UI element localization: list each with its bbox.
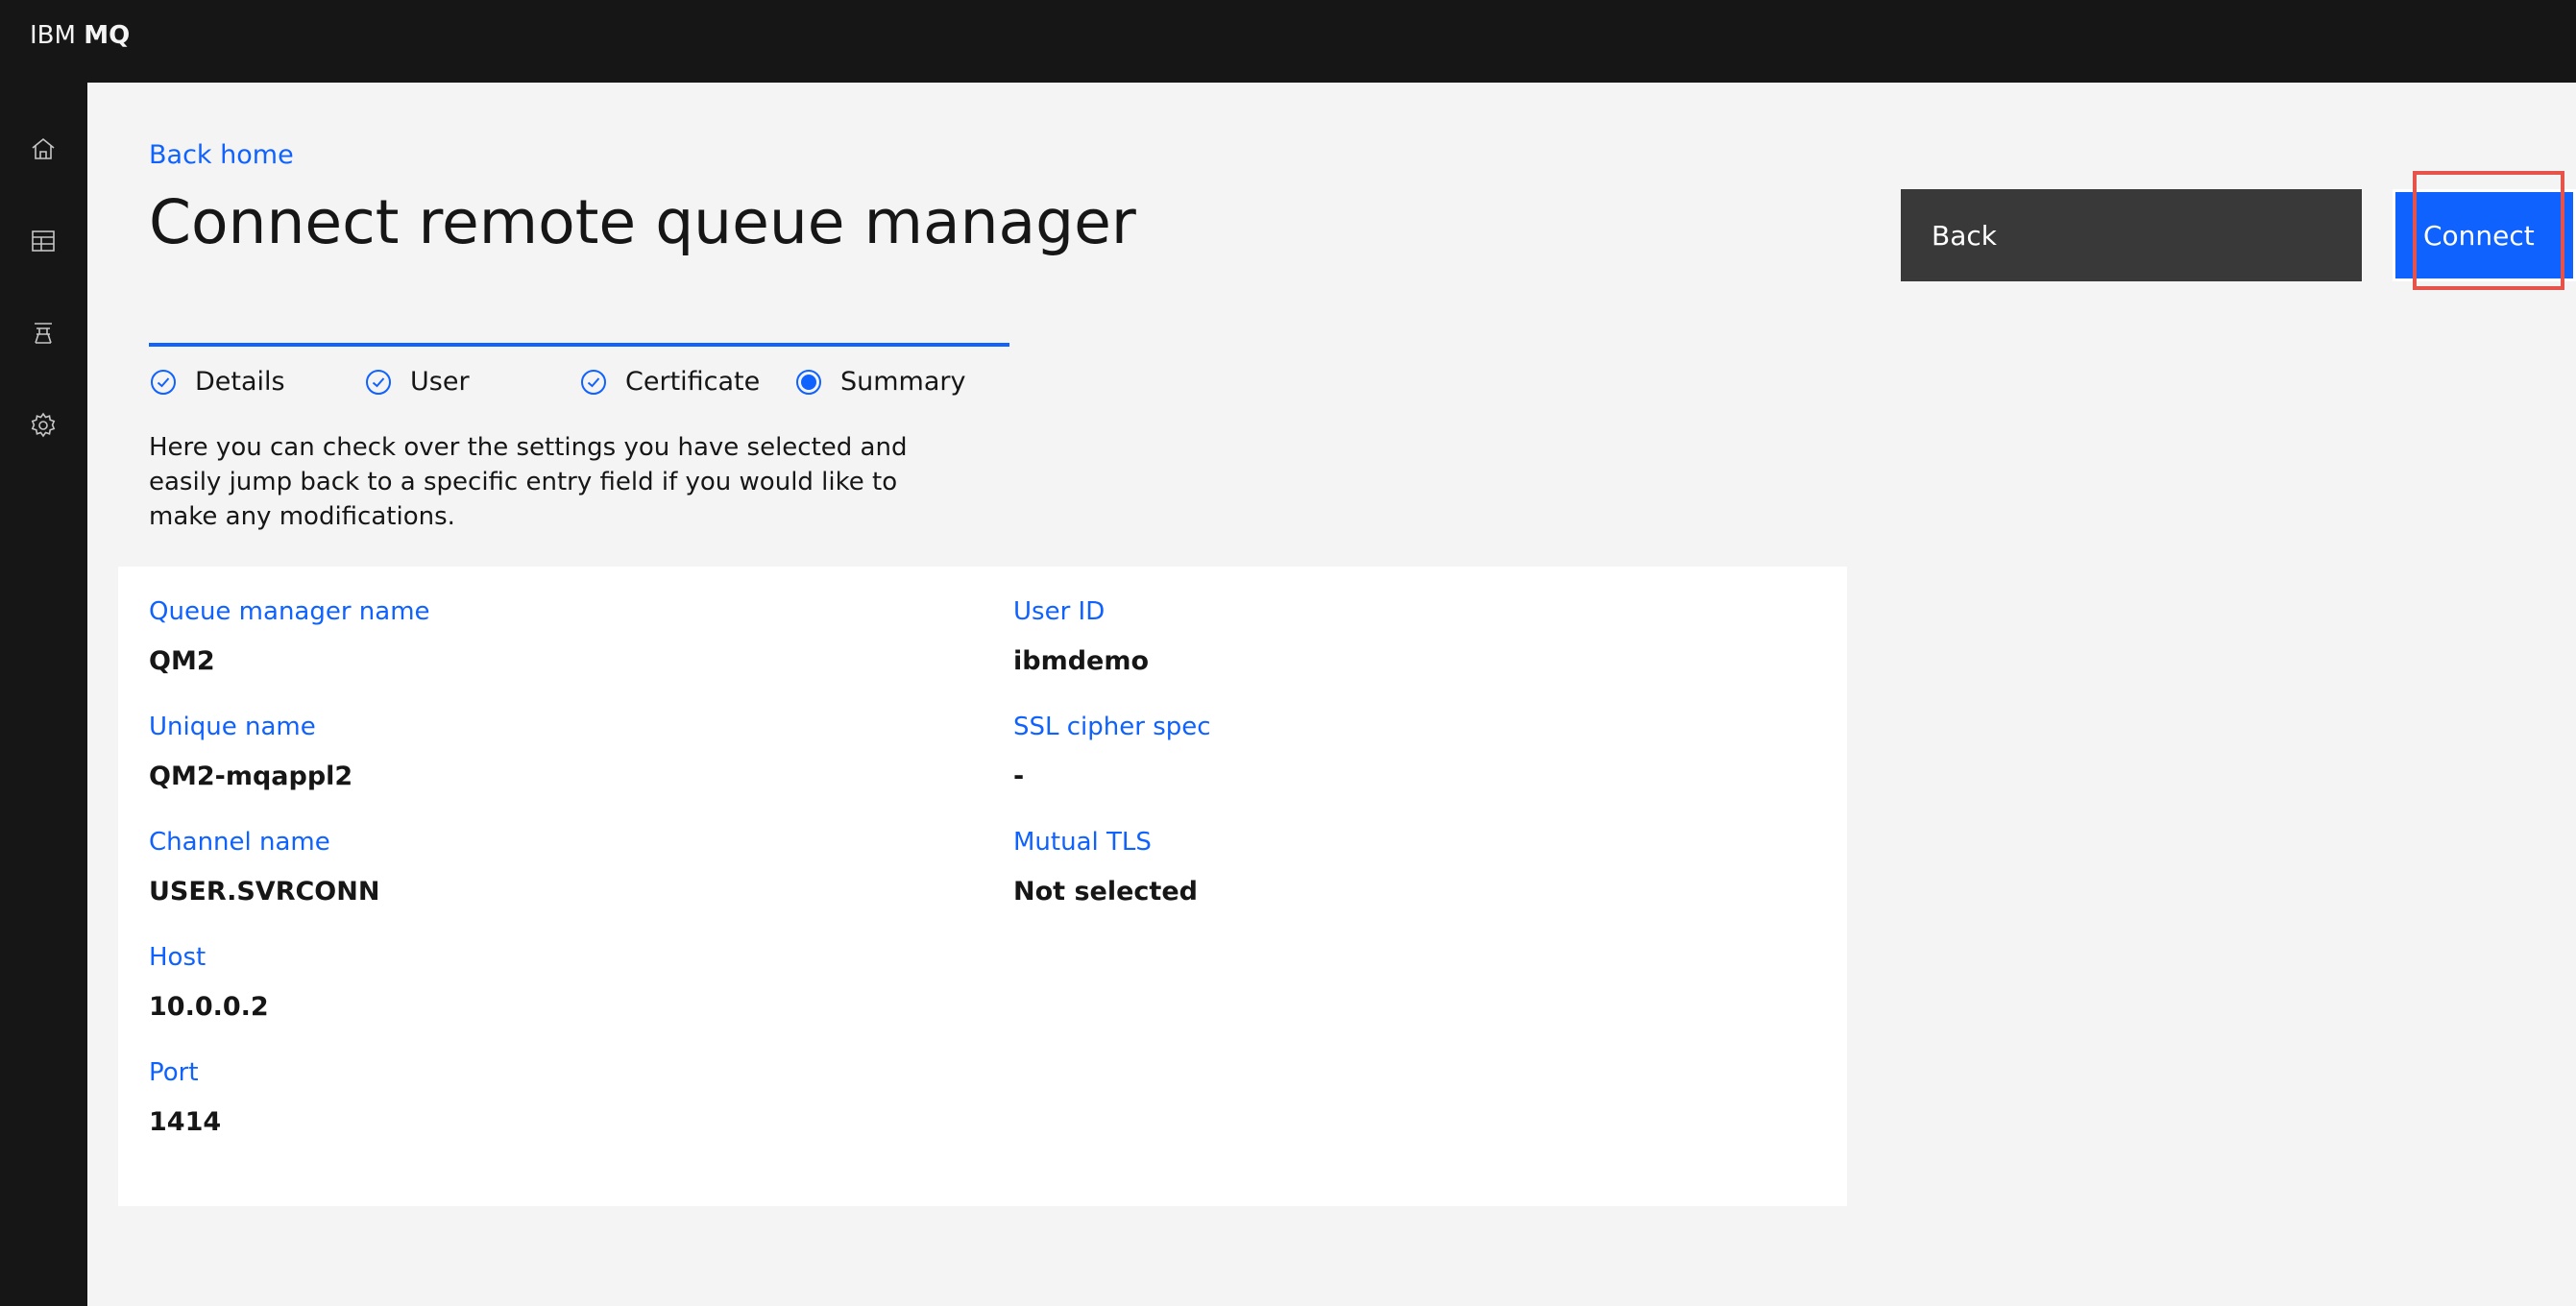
side-nav xyxy=(0,83,87,1306)
progress-bar xyxy=(149,343,1009,347)
port-label[interactable]: Port xyxy=(149,1056,199,1089)
host-value: 10.0.0.2 xyxy=(149,992,269,1022)
top-bar: IBM MQ xyxy=(0,0,2576,83)
summary-panel: Queue manager name QM2 Unique name QM2-m… xyxy=(118,567,1847,1206)
page-title: Connect remote queue manager xyxy=(149,187,1136,257)
step-label: User xyxy=(410,367,470,397)
unique-name-value: QM2-mqappl2 xyxy=(149,762,353,791)
connect-button[interactable]: Connect xyxy=(2393,189,2576,281)
back-button[interactable]: Back xyxy=(1901,189,2362,281)
mutual-tls-label[interactable]: Mutual TLS xyxy=(1013,826,1152,859)
brand-logo[interactable]: IBM MQ xyxy=(30,19,130,52)
summary-description: Here you can check over the settings you… xyxy=(149,433,908,531)
host-label[interactable]: Host xyxy=(149,941,206,974)
checkmark-outline-icon xyxy=(151,370,176,395)
settings-icon xyxy=(31,412,56,438)
brand-prefix: IBM xyxy=(30,21,76,50)
nav-home[interactable] xyxy=(21,127,65,171)
step-certificate[interactable]: Certificate xyxy=(579,363,760,401)
channel-name-label[interactable]: Channel name xyxy=(149,826,330,859)
nav-settings[interactable] xyxy=(21,403,65,447)
back-home-link[interactable]: Back home xyxy=(149,139,294,172)
port-value: 1414 xyxy=(149,1107,222,1137)
checkmark-outline-icon xyxy=(581,370,606,395)
channel-name-value: USER.SVRCONN xyxy=(149,877,380,907)
user-id-value: ibmdemo xyxy=(1013,646,1150,676)
home-icon xyxy=(32,137,55,159)
table-icon xyxy=(32,230,55,252)
mutual-tls-value: Not selected xyxy=(1013,877,1198,907)
step-user[interactable]: User xyxy=(364,363,470,401)
nav-queue-managers[interactable] xyxy=(21,311,65,355)
step-details[interactable]: Details xyxy=(149,363,285,401)
step-label: Details xyxy=(195,367,285,397)
nav-table[interactable] xyxy=(21,219,65,263)
brand-name: MQ xyxy=(84,21,131,50)
unique-name-label[interactable]: Unique name xyxy=(149,711,316,743)
ssl-cipher-spec-label[interactable]: SSL cipher spec xyxy=(1013,711,1211,743)
user-id-label[interactable]: User ID xyxy=(1013,595,1105,628)
ssl-cipher-spec-value: - xyxy=(1013,762,1025,791)
queue-manager-name-value: QM2 xyxy=(149,646,215,676)
queue-manager-icon xyxy=(35,323,52,344)
checkmark-outline-icon xyxy=(366,370,391,395)
queue-manager-name-label[interactable]: Queue manager name xyxy=(149,595,430,628)
current-step-icon xyxy=(796,370,821,395)
step-label: Certificate xyxy=(625,367,761,397)
step-summary[interactable]: Summary xyxy=(794,363,965,401)
step-label: Summary xyxy=(840,367,966,397)
